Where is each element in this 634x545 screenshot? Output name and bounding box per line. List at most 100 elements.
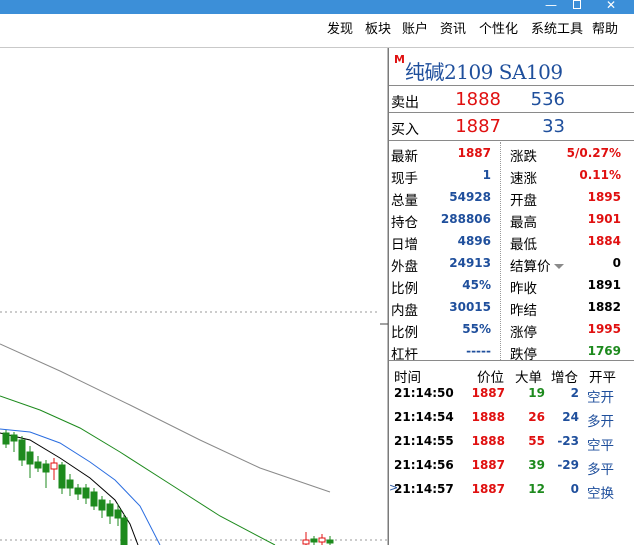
menu-item-personalize[interactable]: 个性化 xyxy=(479,22,518,38)
stat-row: 总量 54928 开盘 1895 xyxy=(389,186,634,209)
stat-label: 日增 xyxy=(391,237,418,253)
tick-row: 21:14:55 1888 55 -23 空平 xyxy=(389,430,634,454)
tick-time: 21:14:54 xyxy=(394,410,454,424)
menu-bar: 发现 板块 账户 资讯 个性化 系统工具 帮助 xyxy=(0,14,634,48)
stat-value: 1901 xyxy=(587,212,621,226)
tick-nature: 多平 xyxy=(587,462,614,478)
tick-volume: 12 xyxy=(528,482,545,496)
tick-price: 1887 xyxy=(471,386,505,400)
menu-item-sectors[interactable]: 板块 xyxy=(365,22,391,38)
stat-value: 54928 xyxy=(449,190,491,204)
tick-price: 1887 xyxy=(471,482,505,496)
tick-time: 21:14:55 xyxy=(394,434,454,448)
stat-value: 1895 xyxy=(587,190,621,204)
bid-price: 1887 xyxy=(455,116,501,137)
stat-label: 昨结 xyxy=(510,303,537,319)
contract-title: M 纯碱2109 SA109 xyxy=(389,48,634,85)
tick-time: 21:14:56 xyxy=(394,458,454,472)
stat-value: 30015 xyxy=(449,300,491,314)
tick-oi: 24 xyxy=(562,410,579,424)
candle-body xyxy=(50,462,58,470)
maximize-icon[interactable] xyxy=(570,0,584,12)
candle-body xyxy=(318,537,326,543)
tick-oi: -23 xyxy=(557,434,579,448)
stat-label: 涨停 xyxy=(510,325,537,341)
tick-volume: 26 xyxy=(528,410,545,424)
menu-item-account[interactable]: 账户 xyxy=(402,22,428,38)
candle-body xyxy=(310,538,318,543)
tick-time: 21:14:57 xyxy=(394,482,454,496)
tick-nature: 空换 xyxy=(587,486,614,502)
tick-nature: 多开 xyxy=(587,414,614,430)
candle-body xyxy=(26,451,34,465)
stat-value: 1884 xyxy=(587,234,621,248)
candle-body xyxy=(2,432,10,445)
tick-row: 21:14:56 1887 39 -29 多平 xyxy=(389,454,634,478)
tick-nature: 空平 xyxy=(587,438,614,454)
stat-value: 1769 xyxy=(587,344,621,358)
ask-volume: 536 xyxy=(530,89,565,110)
stat-label: 比例 xyxy=(391,281,418,297)
stat-row: 最新 1887 涨跌 5/0.27% xyxy=(389,142,634,165)
candle-body xyxy=(10,434,18,442)
candle-body xyxy=(120,517,128,545)
tick-volume: 55 xyxy=(528,434,545,448)
stat-label: 最新 xyxy=(391,149,418,165)
kline-chart[interactable] xyxy=(0,48,389,545)
stat-label: 内盘 xyxy=(391,303,418,319)
candle-body xyxy=(114,509,122,519)
stat-value: 288806 xyxy=(440,212,491,226)
candle-body xyxy=(98,499,106,511)
candle-body xyxy=(58,464,66,489)
stat-value: 5/0.27% xyxy=(566,146,621,160)
tick-oi: -29 xyxy=(557,458,579,472)
stat-row: 持仓 288806 最高 1901 xyxy=(389,208,634,231)
stat-label: 外盘 xyxy=(391,259,418,275)
minimize-icon[interactable]: — xyxy=(544,0,558,12)
stat-label: 最低 xyxy=(510,237,537,253)
candle-body xyxy=(326,539,334,544)
stat-label: 最高 xyxy=(510,215,537,231)
stat-value: 1882 xyxy=(587,300,621,314)
stat-row: 比例 45% 昨收 1891 xyxy=(389,274,634,297)
candle-body xyxy=(90,491,98,507)
stat-label: 比例 xyxy=(391,325,418,341)
stat-value: 4896 xyxy=(457,234,491,248)
stat-value: 24913 xyxy=(449,256,491,270)
tick-oi: 2 xyxy=(570,386,579,400)
menu-item-help[interactable]: 帮助 xyxy=(592,22,618,38)
tick-list[interactable]: 时间 价位 大单 增仓 开平 21:14:50 1887 19 2 空开 21:… xyxy=(389,362,634,545)
candle-body xyxy=(42,463,50,473)
stat-row: 现手 1 速涨 0.11% xyxy=(389,164,634,187)
stat-row: 杠杆 ----- 跌停 1769 xyxy=(389,340,634,363)
tick-row: > 21:14:57 1887 12 0 空换 xyxy=(389,478,634,502)
stat-value: 1887 xyxy=(457,146,491,160)
menu-item-news[interactable]: 资讯 xyxy=(440,22,466,38)
candle-body xyxy=(18,439,26,461)
menu-item-discover[interactable]: 发现 xyxy=(327,22,353,38)
stat-label-settlement[interactable]: 结算价 xyxy=(510,255,564,275)
stat-label: 昨收 xyxy=(510,281,537,297)
ask-row: 卖出 1888 536 xyxy=(389,86,634,114)
stat-label: 速涨 xyxy=(510,171,537,187)
ask-label: 卖出 xyxy=(391,95,419,111)
tick-nature: 空开 xyxy=(587,390,614,406)
stat-row: 比例 55% 涨停 1995 xyxy=(389,318,634,341)
tick-volume: 19 xyxy=(528,386,545,400)
market-badge: M xyxy=(394,53,405,66)
candle-body xyxy=(106,503,114,517)
candle-body xyxy=(302,539,310,545)
candle-body xyxy=(74,487,82,495)
close-icon[interactable]: ✕ xyxy=(604,0,618,12)
stat-label: 开盘 xyxy=(510,193,537,209)
tick-row: 21:14:54 1888 26 24 多开 xyxy=(389,406,634,430)
stat-label: 总量 xyxy=(391,193,418,209)
stat-label: 现手 xyxy=(391,171,418,187)
tick-row: 21:14:50 1887 19 2 空开 xyxy=(389,382,634,406)
stat-row: 内盘 30015 昨结 1882 xyxy=(389,296,634,319)
bid-label: 买入 xyxy=(391,122,419,138)
tick-price: 1887 xyxy=(471,458,505,472)
stat-value: 55% xyxy=(462,322,491,336)
menu-item-system-tools[interactable]: 系统工具 xyxy=(531,22,583,38)
tick-oi: 0 xyxy=(570,482,579,496)
